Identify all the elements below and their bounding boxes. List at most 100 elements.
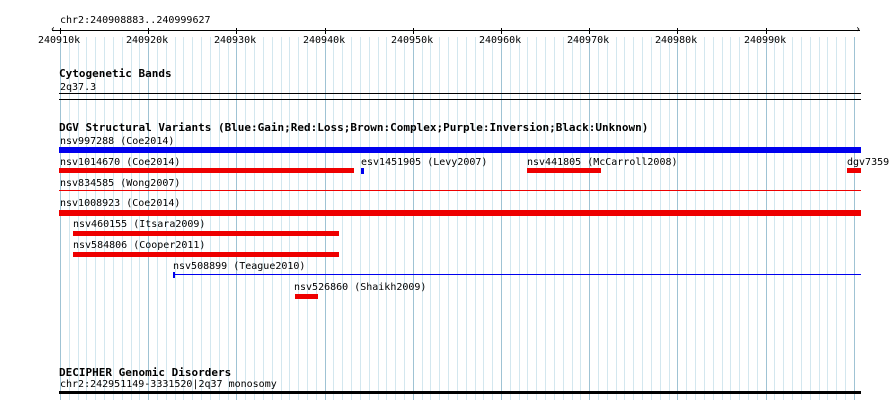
locus-label: chr2:240908883..240999627	[60, 15, 211, 26]
grid-line	[369, 37, 370, 400]
grid-line	[854, 37, 855, 400]
grid-line	[254, 37, 255, 400]
grid-line	[378, 37, 379, 400]
feature-label-nsv834585: nsv834585 (Wong2007)	[60, 178, 181, 189]
grid-line	[783, 37, 784, 400]
feature-label-nsv441805: nsv441805 (McCarroll2008)	[527, 157, 678, 168]
grid-line	[845, 37, 846, 400]
ruler-tick-label: 240950k	[391, 35, 434, 46]
decipher-feature-label: chr2:242951149-3331520|2q37 monosomy	[60, 379, 277, 390]
feature-label-nsv584806: nsv584806 (Cooper2011)	[73, 240, 206, 251]
feature-bar-nsv834585[interactable]	[59, 190, 861, 191]
grid-line	[607, 37, 608, 400]
grid-line	[624, 37, 625, 400]
ruler-tick	[766, 28, 767, 34]
ruler-tick-label: 240920k	[126, 35, 169, 46]
grid-line	[563, 37, 564, 400]
cytoband-track-title: Cytogenetic Bands	[59, 67, 172, 80]
grid-line	[722, 37, 723, 400]
grid-line	[395, 37, 396, 400]
grid-line	[572, 37, 573, 400]
genome-browser-panel: chr2:240908883..240999627 ‹ › 240910k 240…	[0, 0, 890, 400]
grid-line	[510, 37, 511, 400]
grid-line	[686, 37, 687, 400]
grid-line	[633, 37, 634, 400]
feature-bar-nsv584806[interactable]	[73, 252, 339, 257]
grid-line	[757, 37, 758, 400]
cytoband-bar-top[interactable]	[59, 93, 861, 94]
feature-label-nsv1014670: nsv1014670 (Coe2014)	[60, 157, 181, 168]
feature-label-nsv460155: nsv460155 (Itsara2009)	[73, 219, 206, 230]
decipher-feature-bar[interactable]	[59, 391, 861, 394]
ruler-tick-label: 240910k	[38, 35, 81, 46]
grid-line	[272, 37, 273, 400]
cytoband-label: 2q37.3	[60, 82, 97, 93]
ruler-tick-label: 240980k	[655, 35, 698, 46]
grid-line	[413, 37, 414, 400]
grid-line	[580, 37, 581, 400]
decipher-track-title: DECIPHER Genomic Disorders	[59, 366, 232, 379]
grid-line	[545, 37, 546, 400]
grid-line	[466, 37, 467, 400]
grid-line	[527, 37, 528, 400]
ruler-tick-label: 240970k	[567, 35, 610, 46]
feature-bar-nsv508899-start[interactable]	[173, 272, 175, 278]
ruler-tick-label: 240990k	[744, 35, 787, 46]
ruler-left-arrow-icon: ‹	[50, 24, 57, 35]
grid-line	[836, 37, 837, 400]
grid-line	[501, 37, 502, 400]
ruler-tick-label: 240940k	[303, 35, 346, 46]
grid-line	[289, 37, 290, 400]
grid-line	[457, 37, 458, 400]
grid-line	[766, 37, 767, 400]
grid-line	[801, 37, 802, 400]
grid-line	[236, 37, 237, 400]
feature-bar-nsv460155[interactable]	[73, 231, 339, 236]
grid-line	[219, 37, 220, 400]
feature-bar-dgv7359n[interactable]	[847, 168, 861, 173]
feature-label-dgv7359n: dgv7359n	[847, 157, 890, 168]
grid-line	[660, 37, 661, 400]
feature-label-nsv508899: nsv508899 (Teague2010)	[173, 261, 306, 272]
feature-bar-nsv526860[interactable]	[295, 294, 318, 299]
grid-line	[404, 37, 405, 400]
grid-line	[554, 37, 555, 400]
grid-line	[492, 37, 493, 400]
ruler-tick	[501, 28, 502, 34]
feature-bar-nsv997288[interactable]	[59, 147, 861, 153]
ruler-tick	[60, 28, 61, 34]
grid-line	[307, 37, 308, 400]
ruler-tick-label: 240930k	[214, 35, 257, 46]
feature-bar-nsv441805[interactable]	[527, 168, 601, 173]
grid-line	[730, 37, 731, 400]
grid-line	[819, 37, 820, 400]
ruler-tick	[589, 28, 590, 34]
grid-line	[827, 37, 828, 400]
grid-line	[589, 37, 590, 400]
feature-label-nsv1008923: nsv1008923 (Coe2014)	[60, 198, 181, 209]
grid-line	[677, 37, 678, 400]
grid-line	[342, 37, 343, 400]
grid-line	[774, 37, 775, 400]
grid-line	[739, 37, 740, 400]
ruler-tick	[325, 28, 326, 34]
grid-line	[669, 37, 670, 400]
feature-bar-esv1451905[interactable]	[361, 168, 364, 174]
grid-line	[536, 37, 537, 400]
dgv-track-title: DGV Structural Variants (Blue:Gain;Red:L…	[59, 121, 649, 134]
feature-bar-nsv1014670[interactable]	[59, 168, 354, 173]
feature-label-nsv997288: nsv997288 (Coe2014)	[60, 136, 175, 147]
grid-line	[210, 37, 211, 400]
ruler-tick	[236, 28, 237, 34]
grid-line	[325, 37, 326, 400]
grid-line	[651, 37, 652, 400]
cytoband-bar-bottom[interactable]	[59, 99, 861, 100]
grid-line	[748, 37, 749, 400]
grid-line	[695, 37, 696, 400]
grid-line	[448, 37, 449, 400]
feature-bar-nsv1008923[interactable]	[59, 210, 861, 216]
ruler-right-arrow-icon: ›	[855, 24, 862, 35]
grid-line	[298, 37, 299, 400]
feature-bar-nsv508899[interactable]	[173, 274, 861, 275]
grid-line	[245, 37, 246, 400]
